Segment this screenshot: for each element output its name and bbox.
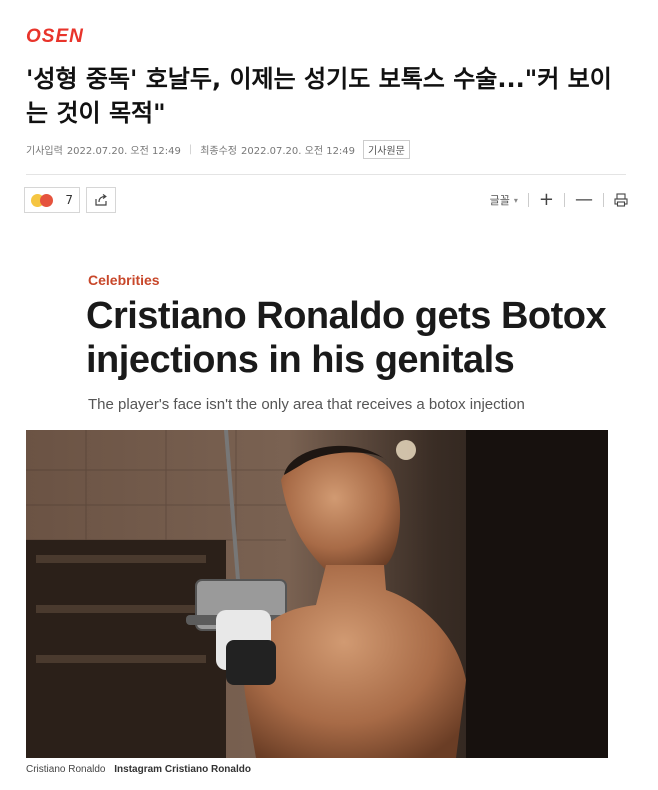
article-meta: 기사입력 2022.07.20. 오전 12:49 | 최종수정 2022.07… [26, 139, 410, 159]
modified-label: 최종수정 [200, 145, 238, 157]
embed-title: Cristiano Ronaldo gets Botox injections … [86, 295, 607, 381]
embedded-article-image: Celebrities Cristiano Ronaldo gets Botox… [26, 250, 616, 785]
reaction-button[interactable]: 7 [24, 187, 80, 213]
meta-divider: | [188, 143, 193, 155]
header-divider [26, 174, 626, 175]
print-button[interactable] [614, 193, 628, 207]
tool-divider [527, 193, 529, 207]
photo-caption: Cristiano Ronaldo Instagram Cristiano Ro… [26, 764, 251, 775]
share-icon [95, 194, 107, 206]
published-label: 기사입력 [26, 145, 63, 157]
original-article-link[interactable]: 기사원문 [363, 139, 410, 159]
font-size-dropdown[interactable]: 글꼴 ▾ [490, 192, 518, 208]
tool-divider [603, 193, 604, 207]
print-icon [614, 193, 628, 207]
reaction-emoji-icon [31, 193, 53, 207]
caption-name: Cristiano Ronaldo [26, 764, 106, 775]
athlete-photo [26, 430, 608, 758]
article-headline: '성형 중독' 호날두, 이제는 성기도 보톡스 수술..."커 보이는 것이 … [26, 65, 612, 127]
article-actions: 7 [24, 187, 116, 213]
embed-category: Celebrities [88, 272, 160, 288]
tool-divider [564, 193, 565, 207]
reaction-count: 7 [65, 193, 73, 207]
published-time: 2022.07.20. 오전 12:49 [66, 145, 181, 157]
chevron-down-icon: ▾ [513, 195, 518, 205]
zoom-in-button[interactable]: + [539, 191, 554, 209]
reader-tools: 글꼴 ▾ + — [490, 191, 628, 209]
osen-logo[interactable]: OSEN [26, 26, 84, 48]
modified-time: 2022.07.20. 오전 12:49 [241, 145, 356, 157]
gym-scene-illustration [26, 430, 608, 758]
embed-subtitle: The player's face isn't the only area th… [88, 396, 525, 413]
caption-credit: Instagram Cristiano Ronaldo [114, 764, 251, 775]
font-size-label: 글꼴 [489, 194, 510, 207]
zoom-out-button[interactable]: — [575, 191, 593, 209]
share-button[interactable] [86, 187, 116, 213]
